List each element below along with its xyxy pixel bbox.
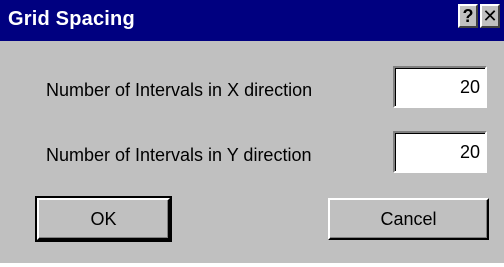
window-title: Grid Spacing xyxy=(8,8,135,30)
x-intervals-label: Number of Intervals in X direction xyxy=(46,80,313,100)
close-icon: ✕ xyxy=(482,6,498,26)
cancel-button[interactable]: Cancel xyxy=(328,198,489,240)
ok-button[interactable]: OK xyxy=(35,196,172,242)
title-bar[interactable]: Grid Spacing ? ✕ xyxy=(0,0,504,41)
help-icon: ? xyxy=(462,6,474,26)
y-intervals-label: Number of Intervals in Y direction xyxy=(46,145,312,165)
x-intervals-input[interactable] xyxy=(393,66,487,108)
help-button[interactable]: ? xyxy=(458,4,478,28)
grid-spacing-dialog: Grid Spacing ? ✕ Number of Intervals in … xyxy=(0,0,504,267)
y-intervals-input[interactable] xyxy=(393,131,487,173)
close-button[interactable]: ✕ xyxy=(480,4,500,28)
